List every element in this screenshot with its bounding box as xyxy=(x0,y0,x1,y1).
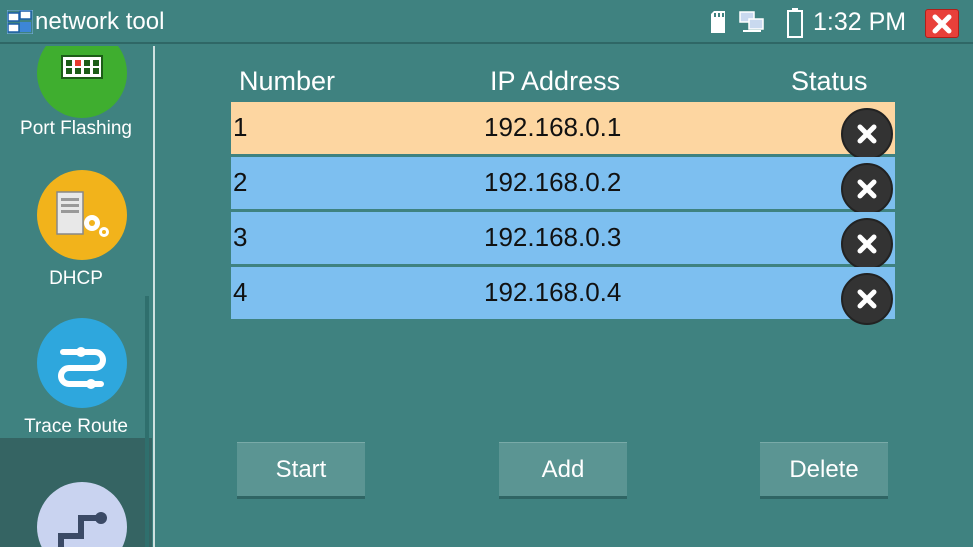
row-ip-address: 192.168.0.4 xyxy=(484,277,622,307)
table-row[interactable]: 3 192.168.0.3 xyxy=(231,212,895,270)
sidebar-item-label: Trace Route xyxy=(24,416,128,437)
start-button[interactable]: Start xyxy=(237,442,365,499)
row-number: 2 xyxy=(233,167,248,197)
delete-button[interactable]: Delete xyxy=(760,442,888,499)
dhcp-server-icon xyxy=(37,170,127,260)
add-button[interactable]: Add xyxy=(499,442,627,499)
battery-icon xyxy=(787,8,803,38)
sidebar: Port Flashing DHCP Trace Route xyxy=(0,46,155,547)
sidebar-item-port-flashing[interactable]: Port Flashing xyxy=(0,46,152,150)
title-bar: network tool 1:32 PM xyxy=(0,0,973,44)
close-button[interactable] xyxy=(925,9,959,38)
sidebar-item-dhcp[interactable]: DHCP xyxy=(0,158,152,298)
close-icon xyxy=(932,14,952,33)
network-icon xyxy=(739,10,765,34)
sidebar-scrollbar[interactable] xyxy=(145,296,149,547)
status-remove-button[interactable] xyxy=(841,163,893,215)
row-number: 1 xyxy=(233,112,248,142)
close-icon xyxy=(857,124,877,144)
sidebar-item-label: DHCP xyxy=(49,268,103,289)
close-icon xyxy=(857,289,877,309)
port-flashing-icon xyxy=(37,46,127,118)
trace-route-icon xyxy=(37,318,127,408)
row-ip-address: 192.168.0.3 xyxy=(484,222,622,252)
status-remove-button[interactable] xyxy=(841,218,893,270)
status-remove-button[interactable] xyxy=(841,108,893,160)
column-header-status: Status xyxy=(791,66,868,96)
sidebar-item-route-path[interactable] xyxy=(0,438,152,547)
close-icon xyxy=(857,234,877,254)
sidebar-item-label: Port Flashing xyxy=(20,118,132,139)
clock: 1:32 PM xyxy=(813,8,907,36)
row-number: 3 xyxy=(233,222,248,252)
sidebar-item-trace-route[interactable]: Trace Route xyxy=(0,308,152,437)
table-row[interactable]: 2 192.168.0.2 xyxy=(231,157,895,215)
close-icon xyxy=(857,179,877,199)
route-path-icon xyxy=(37,482,127,547)
table-row[interactable]: 4 192.168.0.4 xyxy=(231,267,895,325)
network-tool-app-icon xyxy=(6,9,34,35)
status-remove-button[interactable] xyxy=(841,273,893,325)
column-header-ip-address: IP Address xyxy=(490,66,621,96)
table-row[interactable]: 1 192.168.0.1 xyxy=(231,102,895,160)
column-header-number: Number xyxy=(239,66,336,96)
row-ip-address: 192.168.0.2 xyxy=(484,167,622,197)
row-number: 4 xyxy=(233,277,248,307)
row-ip-address: 192.168.0.1 xyxy=(484,112,622,142)
sd-card-icon xyxy=(711,11,725,33)
app-title: network tool xyxy=(35,8,165,35)
